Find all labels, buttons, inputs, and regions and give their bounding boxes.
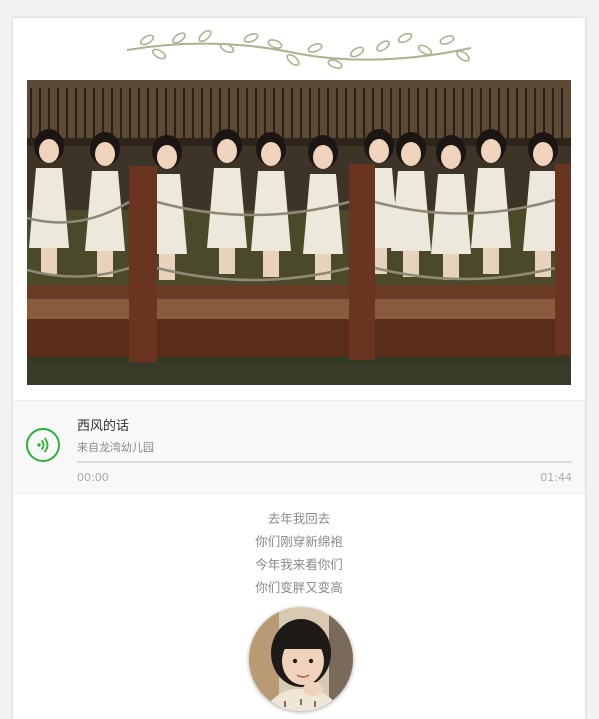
poem-line: 你们变胖又变高 xyxy=(255,580,343,595)
audio-player: 西风的话 来自龙湾幼儿园 00:00 01:44 xyxy=(13,400,585,494)
audio-play-button[interactable] xyxy=(26,428,60,462)
poem-line: 去年我回去 xyxy=(267,511,331,526)
audio-duration: 01:44 xyxy=(540,471,572,484)
leaf-vine-divider xyxy=(126,29,472,69)
audio-source: 来自龙湾幼儿园 xyxy=(77,441,154,454)
poem-line: 今年我来看你们 xyxy=(255,557,343,572)
poem-line: 你们刚穿新绵袍 xyxy=(255,534,343,549)
article-card: 西风的话 来自龙湾幼儿园 00:00 01:44 去年我回去 你们刚穿新绵袍 今… xyxy=(13,18,585,719)
child-portrait-photo xyxy=(249,607,353,711)
children-bridge-photo xyxy=(27,80,571,385)
audio-title: 西风的话 xyxy=(77,419,130,434)
audio-wave-icon xyxy=(37,437,49,453)
audio-current-time: 00:00 xyxy=(77,471,109,484)
poem-text: 去年我回去 你们刚穿新绵袍 今年我来看你们 你们变胖又变高 xyxy=(13,507,585,599)
audio-progress-bar[interactable] xyxy=(77,461,572,463)
